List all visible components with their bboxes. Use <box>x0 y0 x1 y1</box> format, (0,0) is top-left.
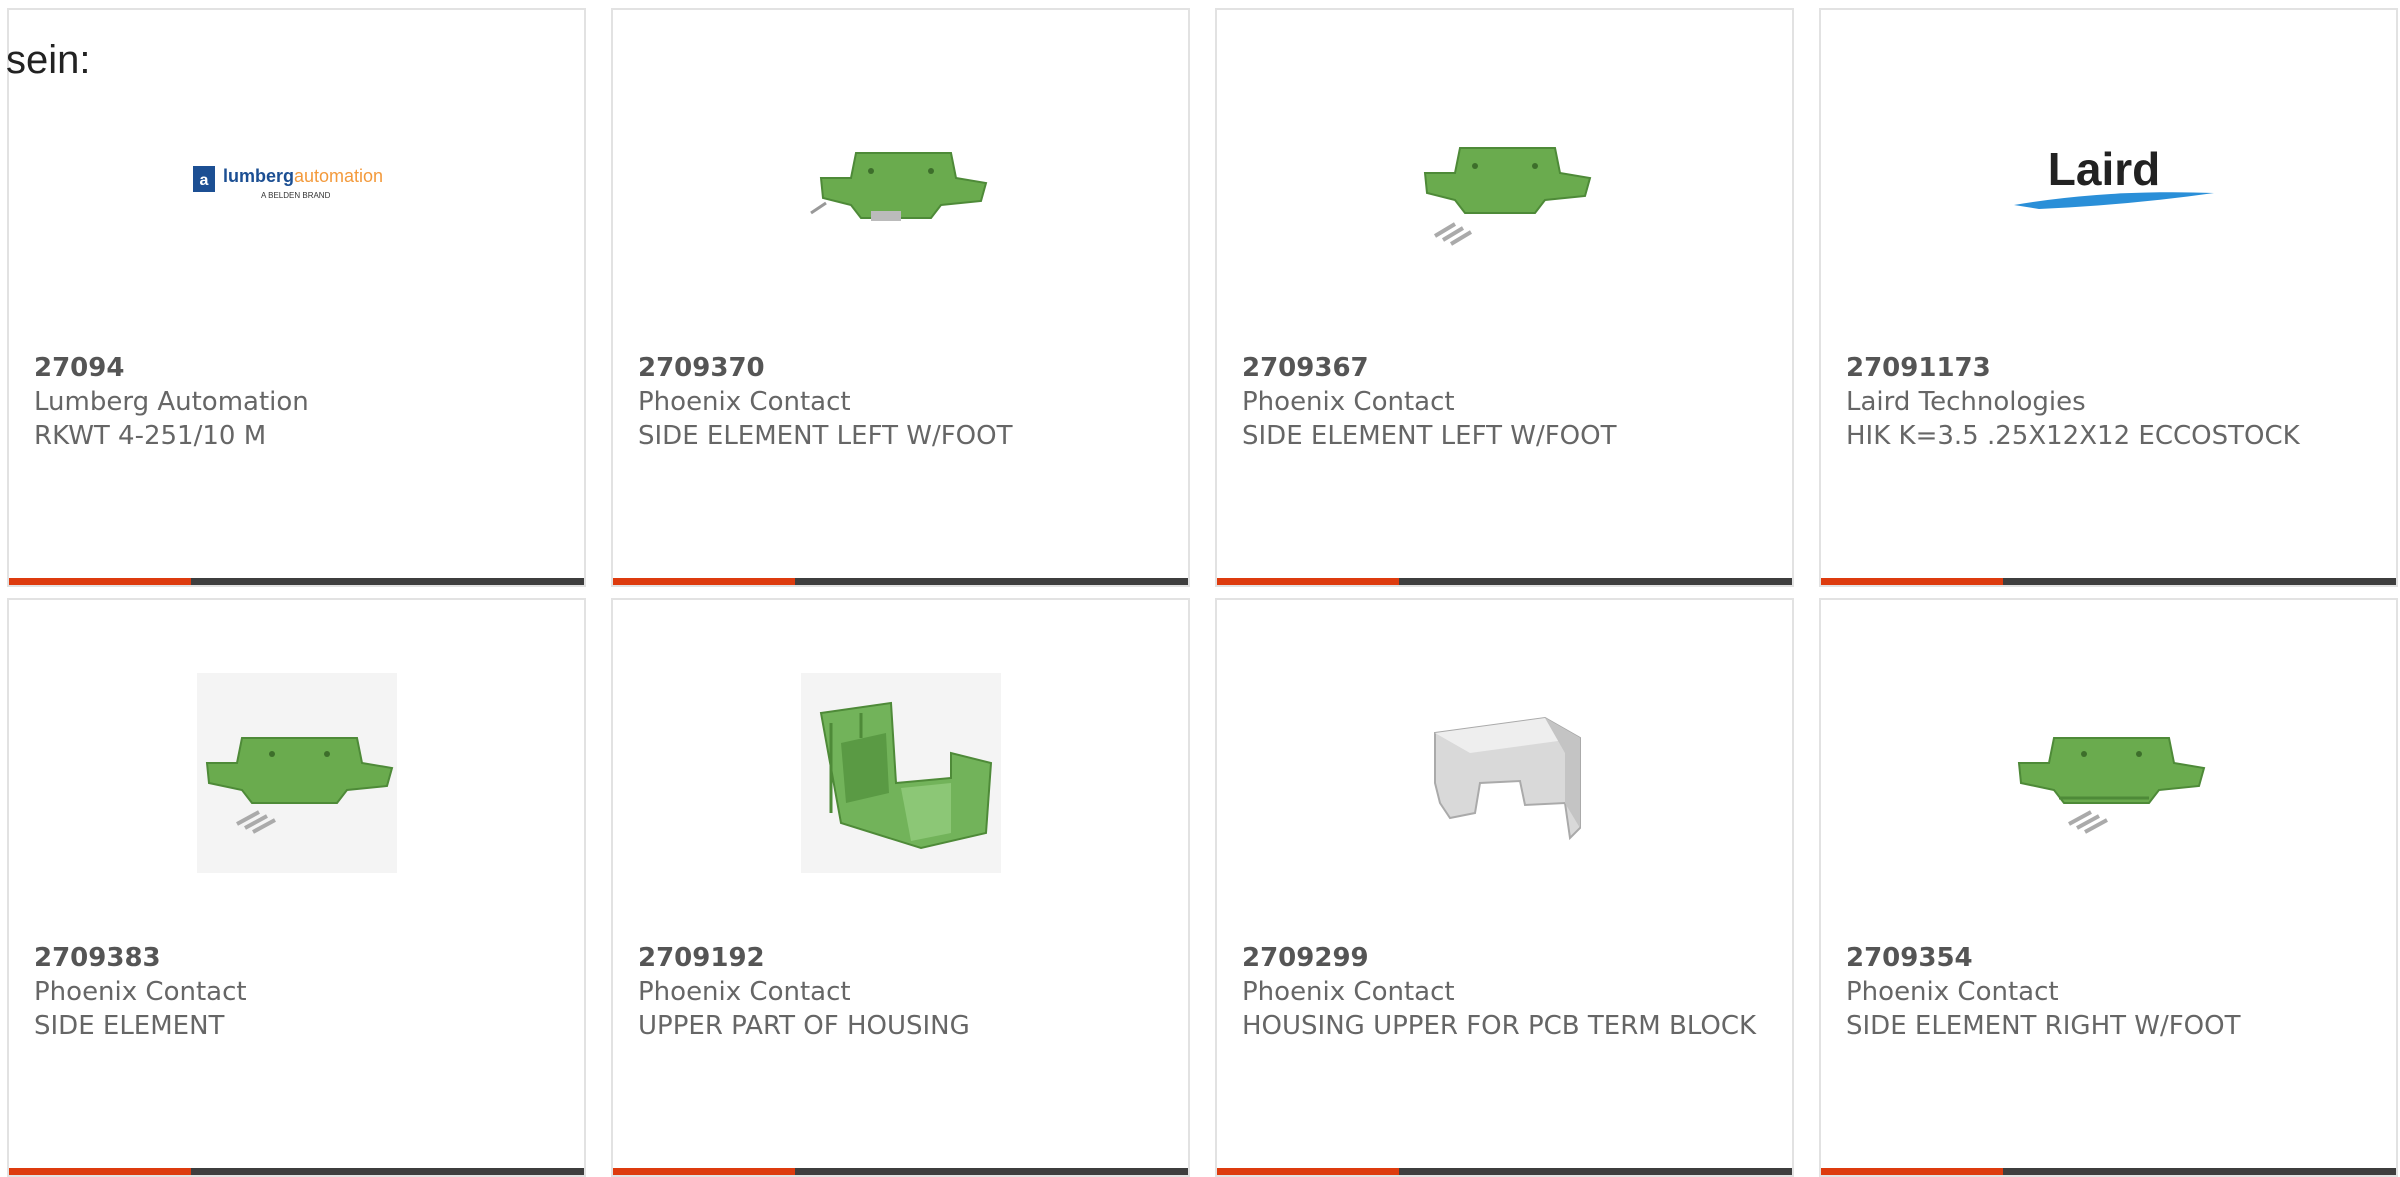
part-number[interactable]: 2709299 <box>1242 941 1772 975</box>
product-card[interactable]: 2709367 Phoenix Contact SIDE ELEMENT LEF… <box>1215 8 1794 587</box>
product-card[interactable]: 2709370 Phoenix Contact SIDE ELEMENT LEF… <box>611 8 1190 587</box>
card-accent-bar <box>613 1168 1188 1175</box>
manufacturer: Lumberg Automation <box>34 387 309 417</box>
description: SIDE ELEMENT LEFT W/FOOT <box>1242 421 1617 451</box>
product-grid: a lumberg automation A BELDEN BRAND 2709… <box>7 8 2398 1177</box>
product-card[interactable]: Laird 27091173 Laird Technologies HIK K=… <box>1819 8 2398 587</box>
manufacturer: Phoenix Contact <box>34 977 247 1007</box>
description: SIDE ELEMENT <box>34 1011 225 1041</box>
intro-text: sein: <box>6 38 91 82</box>
manufacturer: Phoenix Contact <box>1242 387 1455 417</box>
card-accent-bar <box>9 1168 584 1175</box>
laird-logo: Laird <box>1821 70 2396 296</box>
manufacturer: Phoenix Contact <box>1846 977 2059 1007</box>
card-accent-bar <box>1821 578 2396 585</box>
green-side-element-photo <box>1821 660 2396 886</box>
manufacturer: Phoenix Contact <box>638 387 851 417</box>
manufacturer: Phoenix Contact <box>1242 977 1455 1007</box>
svg-text:A BELDEN BRAND: A BELDEN BRAND <box>261 191 331 200</box>
description: SIDE ELEMENT RIGHT W/FOOT <box>1846 1011 2241 1041</box>
description: HIK K=3.5 .25X12X12 ECCOSTOCK <box>1846 421 2300 451</box>
description: SIDE ELEMENT LEFT W/FOOT <box>638 421 1013 451</box>
lumberg-automation-logo: a lumberg automation A BELDEN BRAND <box>9 70 584 296</box>
part-number[interactable]: 2709383 <box>34 941 564 975</box>
part-number[interactable]: 27094 <box>34 351 564 385</box>
manufacturer: Phoenix Contact <box>638 977 851 1007</box>
card-accent-bar <box>1217 1168 1792 1175</box>
part-number[interactable]: 2709354 <box>1846 941 2376 975</box>
product-card[interactable]: 2709299 Phoenix Contact HOUSING UPPER FO… <box>1215 598 1794 1177</box>
svg-text:Laird: Laird <box>2047 143 2159 195</box>
product-card[interactable]: 2709383 Phoenix Contact SIDE ELEMENT <box>7 598 586 1177</box>
card-accent-bar <box>1821 1168 2396 1175</box>
green-side-element-photo <box>9 660 584 886</box>
product-card[interactable]: a lumberg automation A BELDEN BRAND 2709… <box>7 8 586 587</box>
card-accent-bar <box>1217 578 1792 585</box>
part-number[interactable]: 2709367 <box>1242 351 1772 385</box>
green-side-element-photo <box>1217 70 1792 296</box>
part-number[interactable]: 27091173 <box>1846 351 2376 385</box>
grey-housing-photo <box>1217 660 1792 886</box>
description: HOUSING UPPER FOR PCB TERM BLOCK <box>1242 1011 1757 1041</box>
product-card[interactable]: 2709192 Phoenix Contact UPPER PART OF HO… <box>611 598 1190 1177</box>
part-number[interactable]: 2709370 <box>638 351 1168 385</box>
description: UPPER PART OF HOUSING <box>638 1011 970 1041</box>
part-number[interactable]: 2709192 <box>638 941 1168 975</box>
green-housing-photo <box>613 660 1188 886</box>
svg-text:a: a <box>199 172 208 189</box>
product-card[interactable]: 2709354 Phoenix Contact SIDE ELEMENT RIG… <box>1819 598 2398 1177</box>
card-accent-bar <box>613 578 1188 585</box>
manufacturer: Laird Technologies <box>1846 387 2086 417</box>
description: RKWT 4-251/10 M <box>34 421 267 451</box>
card-accent-bar <box>9 578 584 585</box>
green-side-element-photo <box>613 70 1188 296</box>
svg-text:automation: automation <box>294 166 383 186</box>
svg-text:lumberg: lumberg <box>223 166 294 186</box>
